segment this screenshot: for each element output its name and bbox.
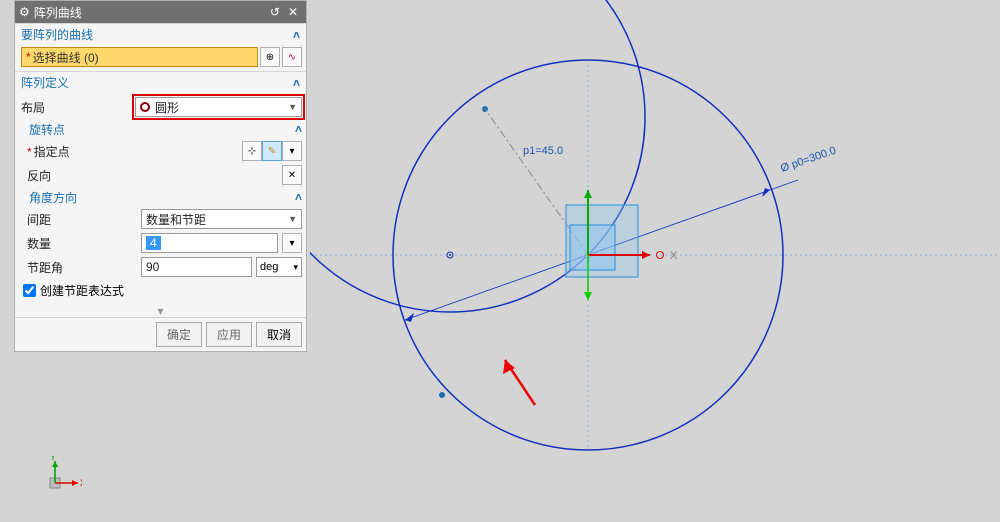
point-dropdown-button[interactable]: ▾: [282, 141, 302, 161]
cancel-button[interactable]: 取消: [256, 322, 302, 347]
view-triad: X Y: [32, 456, 82, 506]
select-curve-label: 选择曲线 (0): [33, 49, 99, 66]
circle-icon: [140, 102, 150, 112]
create-expression-checkbox[interactable]: [23, 284, 36, 297]
undo-icon[interactable]: ↺: [266, 5, 284, 19]
dialog-button-bar: 确定 应用 取消: [15, 317, 306, 351]
chevron-up-icon: ˄: [295, 122, 302, 136]
chevron-up-icon: ˄: [293, 76, 300, 90]
section-title: 要阵列的曲线: [21, 26, 93, 43]
collapse-handle[interactable]: ▾: [15, 305, 306, 317]
section-definition-body: 布局 圆形 ▼ 旋转点 ˄ *指定点 ⊹ ✎ ▾ 反向 ✕: [15, 93, 306, 305]
select-curve-field[interactable]: * 选择曲线 (0): [21, 47, 258, 67]
section-title: 阵列定义: [21, 74, 69, 91]
count-input[interactable]: 4: [141, 233, 278, 253]
pitch-label: 节距角: [27, 259, 137, 276]
section-definition-header[interactable]: 阵列定义 ˄: [15, 71, 306, 93]
spacing-label: 间距: [27, 211, 137, 228]
pattern-curve-dialog: ⚙ 阵列曲线 ↺ ✕ 要阵列的曲线 ˄ * 选择曲线 (0) ⊕ ∿ 阵列定义 …: [14, 0, 307, 352]
create-expression-label: 创建节距表达式: [40, 282, 124, 299]
apply-button[interactable]: 应用: [206, 322, 252, 347]
chevron-up-icon: ˄: [295, 190, 302, 204]
section-curves-header[interactable]: 要阵列的曲线 ˄: [15, 23, 306, 45]
curve-rule-button[interactable]: ∿: [282, 47, 302, 67]
chevron-up-icon: ˄: [293, 28, 300, 42]
svg-text:X: X: [80, 478, 82, 488]
graphics-view[interactable]: p1=45.0 Ø p0=300.0 X: [310, 0, 1000, 522]
ok-button[interactable]: 确定: [156, 322, 202, 347]
close-icon[interactable]: ✕: [284, 5, 302, 19]
dialog-titlebar: ⚙ 阵列曲线 ↺ ✕: [15, 1, 306, 23]
reverse-label: 反向: [27, 167, 137, 184]
angle-dimension: p1=45.0: [523, 145, 563, 157]
dialog-title: 阵列曲线: [34, 4, 82, 21]
layout-value: 圆形: [155, 99, 179, 116]
spacing-combo[interactable]: 数量和节距 ▼: [141, 209, 302, 229]
count-label: 数量: [27, 235, 137, 252]
diameter-dimension: Ø p0=300.0: [779, 145, 838, 175]
inferred-point-button[interactable]: ✎: [262, 141, 282, 161]
gear-icon: ⚙: [19, 5, 30, 19]
layout-combo[interactable]: 圆形 ▼: [135, 97, 302, 117]
layout-label: 布局: [21, 99, 131, 116]
reverse-direction-button[interactable]: ✕: [282, 165, 302, 185]
count-dropdown[interactable]: ▾: [282, 233, 302, 253]
specify-point-label: *指定点: [27, 143, 137, 160]
section-curves-body: * 选择曲线 (0) ⊕ ∿: [15, 45, 306, 71]
pitch-input[interactable]: 90: [141, 257, 252, 277]
svg-text:Y: Y: [50, 456, 56, 462]
svg-text:X: X: [670, 250, 678, 262]
angle-subheader[interactable]: 角度方向 ˄: [27, 187, 302, 207]
rotation-subheader[interactable]: 旋转点 ˄: [27, 119, 302, 139]
pitch-unit-combo[interactable]: deg ▾: [256, 257, 302, 277]
add-selection-button[interactable]: ⊕: [260, 47, 280, 67]
point-constructor-button[interactable]: ⊹: [242, 141, 262, 161]
